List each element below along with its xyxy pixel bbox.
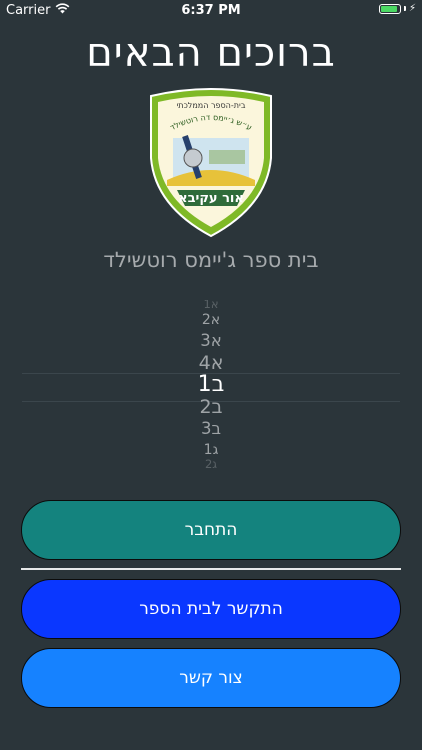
page-title: ברוכים הבאים <box>86 30 336 76</box>
picker-item[interactable]: א2 <box>0 313 422 327</box>
school-logo: בית-הספר הממלכתי ע״ש ג׳יימס דה רוטשילד א… <box>147 88 275 238</box>
status-right: ⚡ <box>378 3 416 14</box>
status-time: 6:37 PM <box>181 3 241 18</box>
picker-item[interactable]: א4 <box>0 353 422 373</box>
building-graphic <box>209 150 245 164</box>
battery-icon <box>378 3 401 14</box>
battery-tip <box>403 6 406 11</box>
connect-button[interactable]: התחבר <box>21 500 401 560</box>
picker-item[interactable]: ג2 <box>0 459 422 470</box>
picker-item[interactable]: ב3 <box>0 420 422 438</box>
charging-bolt-icon: ⚡ <box>408 3 416 14</box>
class-picker[interactable]: 1א א2 א3 א4 ב1 ב2 ב3 ג1 ג2 <box>0 300 422 470</box>
call-school-button[interactable]: התקשר לבית הספר <box>21 579 401 639</box>
picker-item[interactable]: ב1 <box>0 374 422 396</box>
divider <box>21 568 401 570</box>
picker-item[interactable]: ג1 <box>0 443 422 457</box>
status-bar: Carrier 6:37 PM ⚡ <box>0 0 422 22</box>
picker-item[interactable]: 1א <box>0 300 422 311</box>
picker-item[interactable]: א3 <box>0 332 422 350</box>
contact-us-button[interactable]: צור קשר <box>21 648 401 708</box>
school-name: בית ספר ג'יימס רוטשילד <box>103 248 319 272</box>
logo-top-text: בית-הספר הממלכתי <box>177 101 246 110</box>
picker-item[interactable]: ב2 <box>0 397 422 417</box>
logo-bottom-text: אור עקיבא <box>178 191 244 206</box>
battery-fill <box>380 5 398 12</box>
